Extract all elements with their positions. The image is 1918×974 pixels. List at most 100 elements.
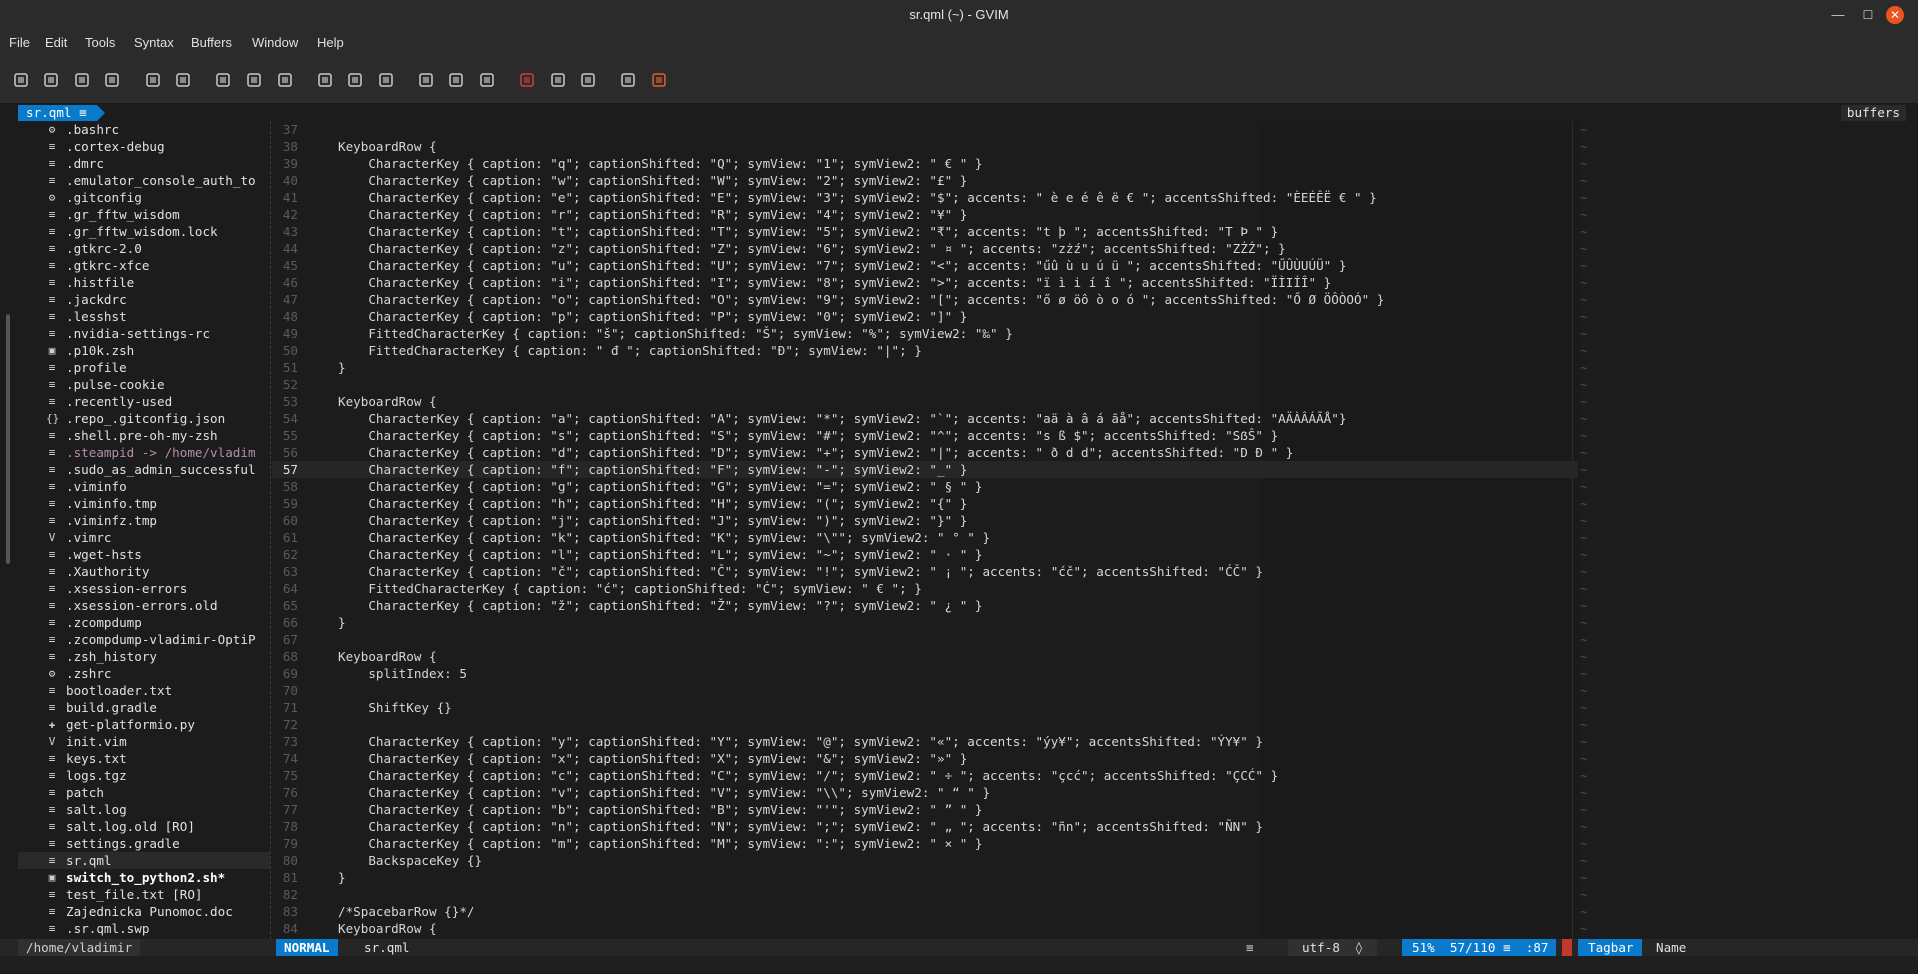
code-line[interactable]: 68 KeyboardRow {: [272, 648, 1578, 665]
code-line[interactable]: 63 CharacterKey { caption: "č"; captionS…: [272, 563, 1578, 580]
code-line[interactable]: 37: [272, 121, 1578, 138]
code-line[interactable]: 55 CharacterKey { caption: "s"; captionS…: [272, 427, 1578, 444]
paste-icon[interactable]: [276, 71, 294, 89]
nerdtree-item[interactable]: ≡ .sudo_as_admin_successful: [18, 461, 270, 478]
print-icon[interactable]: [103, 71, 121, 89]
code-line[interactable]: 41 CharacterKey { caption: "e"; captionS…: [272, 189, 1578, 206]
code-line[interactable]: 53 KeyboardRow {: [272, 393, 1578, 410]
nerdtree-item[interactable]: ≡ .emulator_console_auth_to: [18, 172, 270, 189]
code-line[interactable]: 56 CharacterKey { caption: "d"; captionS…: [272, 444, 1578, 461]
code-line[interactable]: 61 CharacterKey { caption: "k"; captionS…: [272, 529, 1578, 546]
code-line[interactable]: 54 CharacterKey { caption: "a"; captionS…: [272, 410, 1578, 427]
nerdtree-item[interactable]: ≡ .viminfz.tmp: [18, 512, 270, 529]
load-session-icon[interactable]: [42, 71, 60, 89]
menu-window[interactable]: Window: [252, 35, 298, 50]
open-icon[interactable]: [12, 71, 30, 89]
nerdtree-item[interactable]: ≡ .gr_fftw_wisdom: [18, 206, 270, 223]
menu-help[interactable]: Help: [317, 35, 344, 50]
table-icon[interactable]: [549, 71, 567, 89]
save-settings-icon[interactable]: [447, 71, 465, 89]
nerdtree-item[interactable]: ≡ Zajednicka Punomoc.doc: [18, 903, 270, 920]
code-line[interactable]: 39 CharacterKey { caption: "q"; captionS…: [272, 155, 1578, 172]
code-line[interactable]: 70: [272, 682, 1578, 699]
nerdtree-item[interactable]: ▣ .p10k.zsh: [18, 342, 270, 359]
maximize-icon[interactable]: ☐: [1859, 6, 1877, 24]
nerdtree-item[interactable]: ≡ .dmrc: [18, 155, 270, 172]
code-line[interactable]: 73 CharacterKey { caption: "y"; captionS…: [272, 733, 1578, 750]
nerdtree-item[interactable]: ≡ logs.tgz: [18, 767, 270, 784]
code-line[interactable]: 58 CharacterKey { caption: "g"; captionS…: [272, 478, 1578, 495]
nerdtree-item[interactable]: ≡ .Xauthority: [18, 563, 270, 580]
nerdtree-item[interactable]: ≡ .shell.pre-oh-my-zsh: [18, 427, 270, 444]
menu-file[interactable]: File: [9, 35, 30, 50]
code-line[interactable]: 45 CharacterKey { caption: "u"; captionS…: [272, 257, 1578, 274]
undo-icon[interactable]: [144, 71, 162, 89]
load-settings-icon[interactable]: [417, 71, 435, 89]
code-line[interactable]: 46 CharacterKey { caption: "i"; captionS…: [272, 274, 1578, 291]
copy-icon[interactable]: [245, 71, 263, 89]
find-next-icon[interactable]: [346, 71, 364, 89]
menu-buffers[interactable]: Buffers: [191, 35, 232, 50]
nerdtree-item[interactable]: ▣ switch_to_python2.sh*: [18, 869, 270, 886]
help-icon[interactable]: [619, 71, 637, 89]
nerdtree-item[interactable]: ⚙ .zshrc: [18, 665, 270, 682]
code-line[interactable]: 43 CharacterKey { caption: "t"; captionS…: [272, 223, 1578, 240]
cut-icon[interactable]: [214, 71, 232, 89]
find-prev-icon[interactable]: [377, 71, 395, 89]
code-line[interactable]: 80 BackspaceKey {}: [272, 852, 1578, 869]
code-line[interactable]: 49 FittedCharacterKey { caption: "š"; ca…: [272, 325, 1578, 342]
nerdtree-item[interactable]: ⚙ .bashrc: [18, 121, 270, 138]
code-line[interactable]: 67: [272, 631, 1578, 648]
nerdtree-item[interactable]: ≡ patch: [18, 784, 270, 801]
code-line[interactable]: 65 CharacterKey { caption: "ž"; captionS…: [272, 597, 1578, 614]
nerdtree-item[interactable]: ≡ build.gradle: [18, 699, 270, 716]
code-line[interactable]: 83 /*SpacebarRow {}*/: [272, 903, 1578, 920]
nerdtree-item[interactable]: ≡ .steampid -> /home/vladim: [18, 444, 270, 461]
nerdtree-item[interactable]: ≡ .sr.qml.swp: [18, 920, 270, 937]
nerdtree-item[interactable]: ≡ test_file.txt [RO]: [18, 886, 270, 903]
code-line[interactable]: 77 CharacterKey { caption: "b"; captionS…: [272, 801, 1578, 818]
code-line[interactable]: 66}: [272, 614, 1578, 631]
nerdtree-item[interactable]: ≡ .jackdrc: [18, 291, 270, 308]
close-icon[interactable]: ✕: [1886, 6, 1904, 24]
code-line[interactable]: 71 ShiftKey {}: [272, 699, 1578, 716]
code-line[interactable]: 52: [272, 376, 1578, 393]
code-line[interactable]: 69 splitIndex: 5: [272, 665, 1578, 682]
code-line[interactable]: 59 CharacterKey { caption: "h"; captionS…: [272, 495, 1578, 512]
code-line[interactable]: 47 CharacterKey { caption: "o"; captionS…: [272, 291, 1578, 308]
nerdtree-item[interactable]: ≡ .recently-used: [18, 393, 270, 410]
nerdtree-item[interactable]: ≡ .gtkrc-2.0: [18, 240, 270, 257]
nerdtree-item[interactable]: ≡ salt.log.old [RO]: [18, 818, 270, 835]
run-ctags-icon[interactable]: [518, 71, 536, 89]
code-line[interactable]: 38 KeyboardRow {: [272, 138, 1578, 155]
nerdtree-item[interactable]: ≡ .viminfo: [18, 478, 270, 495]
code-line[interactable]: 40 CharacterKey { caption: "w"; captionS…: [272, 172, 1578, 189]
nerdtree-item[interactable]: ≡ .histfile: [18, 274, 270, 291]
nerdtree-item[interactable]: ≡ .xsession-errors.old: [18, 597, 270, 614]
code-line[interactable]: 48 CharacterKey { caption: "p"; captionS…: [272, 308, 1578, 325]
nerdtree-item[interactable]: ≡ bootloader.txt: [18, 682, 270, 699]
code-line[interactable]: 50 FittedCharacterKey { caption: " đ "; …: [272, 342, 1578, 359]
nerdtree-item[interactable]: Vinit.vim: [18, 733, 270, 750]
code-line[interactable]: 57 CharacterKey { caption: "f"; captionS…: [272, 461, 1578, 478]
nerdtree-item[interactable]: ✚ get-platformio.py: [18, 716, 270, 733]
code-line[interactable]: 75 CharacterKey { caption: "c"; captionS…: [272, 767, 1578, 784]
nerdtree-item[interactable]: {} .repo_.gitconfig.json: [18, 410, 270, 427]
nerdtree-item[interactable]: ≡ sr.qml: [18, 852, 270, 869]
code-line[interactable]: 78 CharacterKey { caption: "n"; captionS…: [272, 818, 1578, 835]
redo-icon[interactable]: [174, 71, 192, 89]
code-line[interactable]: 72: [272, 716, 1578, 733]
nerdtree-item[interactable]: ≡ .viminfo.tmp: [18, 495, 270, 512]
nerdtree-item[interactable]: ≡ .nvidia-settings-rc: [18, 325, 270, 342]
code-line[interactable]: 74 CharacterKey { caption: "x"; captionS…: [272, 750, 1578, 767]
nerdtree-item[interactable]: ≡ .gr_fftw_wisdom.lock: [18, 223, 270, 240]
nerdtree-item[interactable]: ≡ .zcompdump-vladimir-OptiP: [18, 631, 270, 648]
nerdtree-item[interactable]: ≡ .zcompdump: [18, 614, 270, 631]
code-line[interactable]: 84 KeyboardRow {: [272, 920, 1578, 937]
menu-tools[interactable]: Tools: [85, 35, 115, 50]
tab-sr-qml[interactable]: sr.qml ≡: [18, 105, 105, 121]
code-line[interactable]: 76 CharacterKey { caption: "v"; captionS…: [272, 784, 1578, 801]
nerdtree-item[interactable]: ≡ .profile: [18, 359, 270, 376]
nerdtree-item[interactable]: ≡ salt.log: [18, 801, 270, 818]
nerdtree-item[interactable]: ≡ .cortex-debug: [18, 138, 270, 155]
